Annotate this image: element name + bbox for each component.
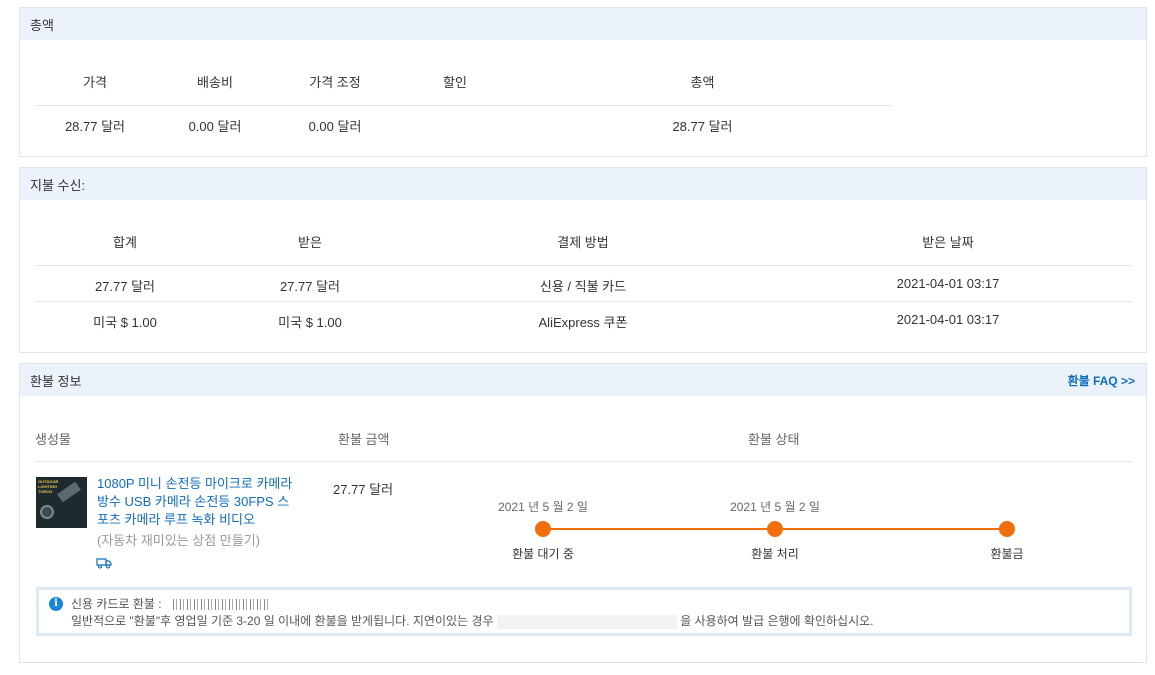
payment-panel-title: 지불 수신: <box>30 177 86 193</box>
product-title-line-2: 방수 USB 카메라 손전등 30FPS 스 <box>97 494 290 509</box>
refund-notice: i 신용 카드로 환불 : 일반적으로 "환불"후 영업일 기준 3-20 일 … <box>36 587 1132 636</box>
timeline-dot-2 <box>767 521 783 537</box>
price-adjust-value: 0.00 달러 <box>308 119 362 134</box>
payment-divider-2 <box>35 301 1132 302</box>
payment-row-1-sum: 27.77 달러 <box>94 279 156 294</box>
product-title-line-3: 포츠 카메라 루프 녹화 비디오 <box>97 512 255 527</box>
thumbnail-flashlight-shape <box>57 481 81 503</box>
thumbnail-camera-shape <box>40 505 54 519</box>
refund-amount-value: 27.77 달러 <box>333 482 394 497</box>
payment-panel: 지불 수신: 합계 받은 결제 방법 받은 날짜 27.77 달러 27.77 … <box>19 167 1147 353</box>
received-header: 받은 <box>298 235 322 250</box>
payment-divider-1 <box>35 265 1132 266</box>
product-thumbnail[interactable]: OUTDOOR LIGHTING TORCH <box>36 477 87 528</box>
price-header: 가격 <box>83 75 107 90</box>
timeline-dot-1 <box>535 521 551 537</box>
product-title-line-1: 1080P 미니 손전등 마이크로 카메라 <box>97 476 293 491</box>
shipping-value: 0.00 달러 <box>188 119 242 134</box>
total-value: 28.77 달러 <box>672 119 733 134</box>
total-header: 총액 <box>690 75 715 90</box>
received-date-header: 받은 날짜 <box>922 235 974 250</box>
timeline-dot-3 <box>999 521 1015 537</box>
price-value: 28.77 달러 <box>64 119 126 134</box>
notice-line-1: 신용 카드로 환불 : <box>71 595 268 612</box>
payment-row-2-received: 미국 $ 1.00 <box>278 315 342 330</box>
product-header: 생성물 <box>35 432 71 447</box>
thumbnail-text: OUTDOOR LIGHTING TORCH <box>38 479 59 494</box>
discount-header: 할인 <box>443 75 467 90</box>
total-divider <box>35 105 892 106</box>
refund-panel-header: 환불 정보 환불 FAQ >> <box>20 364 1146 396</box>
refund-divider <box>35 461 1132 462</box>
payment-row-2-date: 2021-04-01 03:17 <box>896 312 1000 327</box>
product-title-link[interactable]: 1080P 미니 손전등 마이크로 카메라 방수 USB 카메라 손전등 30F… <box>97 475 317 529</box>
total-panel-title: 총액 <box>30 17 54 33</box>
notice-card-label: 신용 카드로 환불 : <box>71 597 162 611</box>
refund-panel-title: 환불 정보 <box>30 373 82 389</box>
notice-text-part-1: 일반적으로 "환불"후 영업일 기준 3-20 일 이내에 환불을 받게됩니다.… <box>71 614 494 628</box>
payment-method-header: 결제 방법 <box>557 235 609 250</box>
redacted-reference-number <box>496 614 677 629</box>
redacted-card-number <box>172 599 268 611</box>
payment-row-1-received: 27.77 달러 <box>279 279 341 294</box>
timeline-step-2: 환불 처리 <box>751 547 799 561</box>
payment-row-2-method: AliExpress 쿠폰 <box>538 315 628 330</box>
notice-line-2: 일반적으로 "환불"후 영업일 기준 3-20 일 이내에 환불을 받게됩니다.… <box>71 612 874 629</box>
timeline-step-3: 환불금 <box>990 547 1024 561</box>
payment-row-1-date: 2021-04-01 03:17 <box>896 276 1000 291</box>
payment-row-2-sum: 미국 $ 1.00 <box>93 315 157 330</box>
total-panel: 총액 가격 배송비 가격 조정 할인 총액 28.77 달러 0.00 달러 0… <box>19 7 1147 157</box>
refund-amount-header: 환불 금액 <box>338 432 390 447</box>
timeline-date-1: 2021 년 5 월 2 일 <box>498 500 588 514</box>
shipping-header: 배송비 <box>197 75 233 90</box>
refund-status-header: 환불 상태 <box>748 432 800 447</box>
sum-header: 합계 <box>113 235 137 250</box>
product-variant: (자동차 재미있는 상점 만들기) <box>97 533 261 548</box>
timeline-date-2: 2021 년 5 월 2 일 <box>730 500 820 514</box>
info-icon: i <box>49 597 63 611</box>
price-adjust-header: 가격 조정 <box>309 75 361 90</box>
timeline-step-1: 환불 대기 중 <box>512 547 574 561</box>
refund-panel: 환불 정보 환불 FAQ >> 생성물 환불 금액 환불 상태 OUTDOOR … <box>19 363 1147 663</box>
total-panel-header: 총액 <box>20 8 1146 40</box>
notice-text-part-2: 을 사용하여 발급 은행에 확인하십시오. <box>680 614 874 628</box>
refund-faq-link[interactable]: 환불 FAQ >> <box>1068 372 1135 389</box>
payment-row-1-method: 신용 / 직불 카드 <box>539 279 627 294</box>
payment-panel-header: 지불 수신: <box>20 168 1146 200</box>
shipping-truck-icon[interactable] <box>96 557 112 569</box>
